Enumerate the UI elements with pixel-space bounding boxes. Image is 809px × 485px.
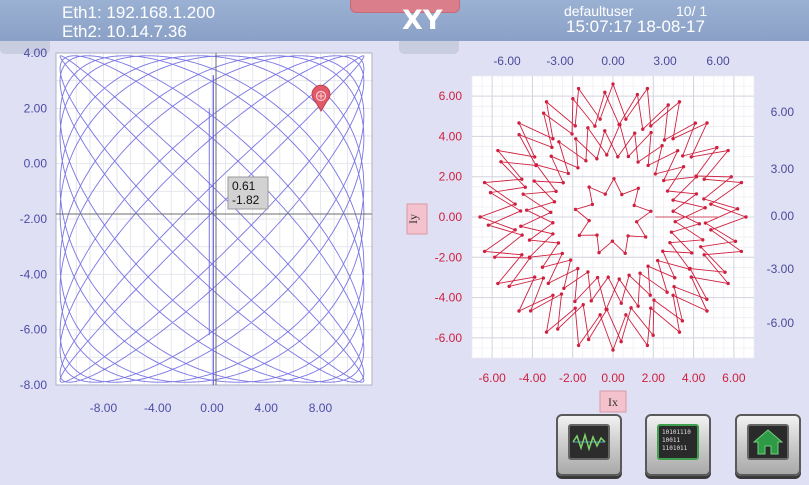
left-y-tick-label: -2.00	[20, 212, 48, 226]
right-top-x-tick-label: 0.00	[601, 54, 625, 68]
binary-line-1: 10101110	[662, 429, 691, 436]
right-bottom-x-tick-label: 4.00	[682, 371, 706, 385]
waveform-icon	[568, 424, 610, 460]
left-plot-y-ticks: 4.00 2.00 0.00 -2.00 -4.00 -6.00 -8.00	[20, 46, 48, 392]
right-left-y-tick-label: -4.00	[435, 291, 463, 305]
right-top-x-tick-label: 6.00	[706, 54, 730, 68]
left-y-tick-label: -6.00	[20, 323, 48, 337]
binary-line-3: 1101011	[662, 445, 688, 452]
left-x-tick-label: 8.00	[309, 401, 333, 415]
right-right-y-tick-label: 6.00	[771, 105, 795, 119]
left-x-tick-label: 0.00	[200, 401, 224, 415]
left-y-tick-label: -4.00	[20, 267, 48, 281]
right-right-y-tick-label: 0.00	[771, 209, 795, 223]
left-plot-x-ticks: -8.00 -4.00 0.00 4.00 8.00	[90, 401, 333, 415]
right-xy-plot[interactable]: 6.00 4.00 2.00 0.00 -2.00 -4.00 -6.00 6.00 3.00 0…	[406, 54, 795, 413]
right-top-x-tick-label: -3.00	[546, 54, 574, 68]
cursor-y-value: -1.82	[232, 193, 260, 207]
right-bottom-x-tick-label: -6.00	[478, 371, 506, 385]
binary-data-icon: 10101110 10011 1101011	[657, 424, 699, 460]
data-view-button[interactable]: 10101110 10011 1101011	[645, 414, 711, 476]
home-icon	[747, 424, 789, 460]
cursor-x-value: 0.61	[232, 179, 256, 193]
xy-plots: 4.00 2.00 0.00 -2.00 -4.00 -6.00 -8.00 -8.00 -4…	[20, 46, 795, 415]
left-y-tick-label: 4.00	[24, 46, 48, 60]
right-top-x-tick-label: -6.00	[493, 54, 521, 68]
right-left-y-tick-label: -2.00	[435, 250, 463, 264]
right-left-y-tick-label: 0.00	[439, 210, 463, 224]
right-bottom-x-tick-label: 6.00	[722, 371, 746, 385]
right-left-y-tick-label: 2.00	[439, 170, 463, 184]
left-y-tick-label: 0.00	[24, 157, 48, 171]
right-right-y-tick-label: -6.00	[767, 316, 795, 330]
right-top-x-tick-label: 3.00	[653, 54, 677, 68]
right-left-y-tick-label: -6.00	[435, 331, 463, 345]
right-bottom-x-tick-label: -4.00	[519, 371, 547, 385]
waveform-view-button[interactable]	[556, 414, 622, 476]
left-y-tick-label: 2.00	[24, 101, 48, 115]
left-y-tick-label: -8.00	[20, 378, 48, 392]
left-xy-plot[interactable]: 4.00 2.00 0.00 -2.00 -4.00 -6.00 -8.00 -8.00 -4…	[20, 46, 373, 415]
right-bottom-x-tick-label: 2.00	[642, 371, 666, 385]
binary-line-2: 10011	[662, 437, 681, 444]
left-x-tick-label: -8.00	[90, 401, 118, 415]
left-x-tick-label: -4.00	[144, 401, 172, 415]
home-button[interactable]	[735, 414, 801, 476]
right-left-y-tick-label: 6.00	[439, 89, 463, 103]
left-x-tick-label: 4.00	[255, 401, 279, 415]
right-left-y-tick-label: 4.00	[439, 129, 463, 143]
right-bottom-x-tick-label: -2.00	[559, 371, 587, 385]
right-right-y-tick-label: 3.00	[771, 162, 795, 176]
right-bottom-x-tick-label: 0.00	[601, 371, 625, 385]
x-axis-label: Ix	[608, 395, 618, 409]
y-axis-label: Iy	[406, 214, 420, 224]
right-right-y-tick-label: -3.00	[767, 262, 795, 276]
